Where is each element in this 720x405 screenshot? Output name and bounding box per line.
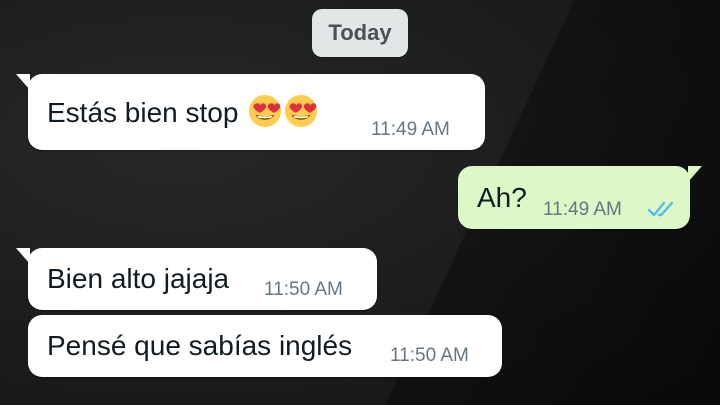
message-timestamp: 11:49 AM — [543, 199, 622, 220]
message-text: Bien alto jajaja — [47, 263, 230, 294]
message-text: Ah? — [477, 182, 527, 213]
message-timestamp: 11:50 AM — [390, 345, 469, 366]
message-bubble-incoming[interactable]: Estás bien stop 11:49 AM — [16, 74, 485, 150]
message-text-content: Estás bien stop — [47, 97, 239, 128]
heart-eyes-emoji-icon — [249, 94, 282, 128]
message-bubble-incoming[interactable]: Pensé que sabías inglés 11:50 AM — [28, 315, 502, 377]
message-text: Pensé que sabías inglés — [47, 330, 353, 361]
message-timestamp: 11:50 AM — [264, 279, 343, 300]
heart-eyes-emoji-icon — [285, 94, 318, 128]
date-separator-label: Today — [328, 20, 392, 45]
date-separator: Today — [312, 9, 408, 57]
message-timestamp: 11:49 AM — [371, 119, 450, 140]
read-double-check-icon — [647, 201, 674, 217]
message-bubble-incoming[interactable]: Bien alto jajaja 11:50 AM — [16, 248, 377, 310]
message-bubble-outgoing[interactable]: Ah? 11:49 AM — [458, 166, 702, 229]
message-text: Estás bien stop — [47, 94, 318, 129]
